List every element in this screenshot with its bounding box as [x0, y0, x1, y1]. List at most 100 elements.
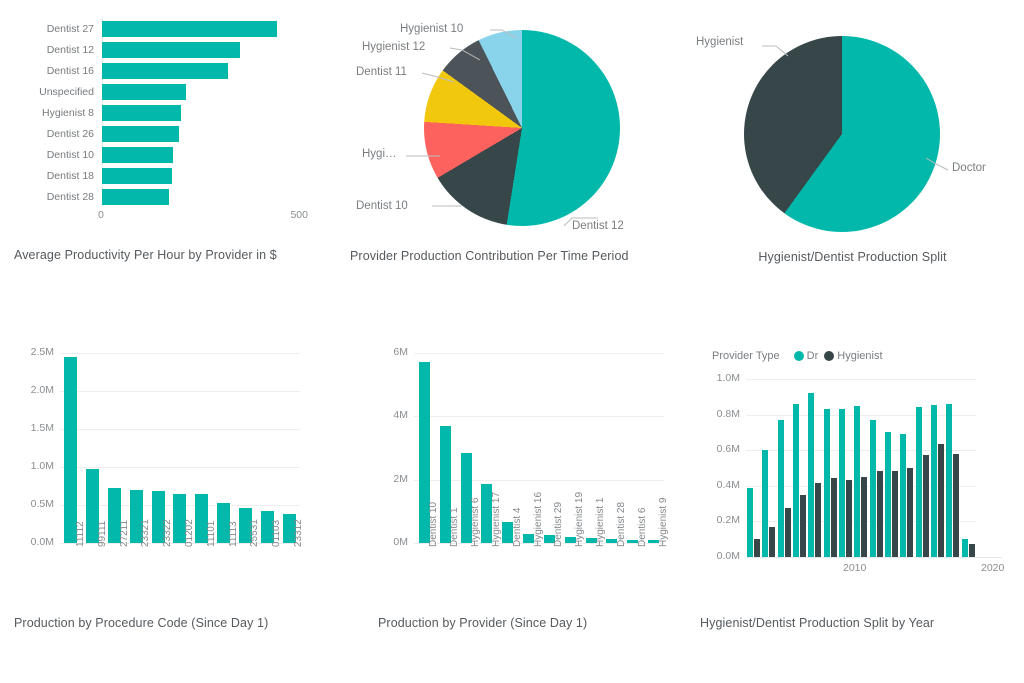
bar-fill[interactable]: [102, 42, 240, 58]
bar-fill[interactable]: [102, 84, 186, 100]
tile-average-productivity[interactable]: Dentist 27Dentist 12Dentist 16Unspecifie…: [14, 14, 314, 262]
bar-fill[interactable]: [102, 147, 173, 163]
column-group[interactable]: [930, 379, 945, 557]
bar-row[interactable]: Dentist 28: [14, 186, 314, 207]
column-group[interactable]: [147, 353, 169, 543]
column-bar-hygienist[interactable]: [938, 444, 944, 557]
column-bar-hygienist[interactable]: [769, 527, 775, 557]
column-group[interactable]: [961, 379, 976, 557]
column-bar[interactable]: [64, 357, 77, 543]
column-bar-hygienist[interactable]: [907, 468, 913, 557]
bar-row[interactable]: Dentist 27: [14, 18, 314, 39]
column-bar-dr[interactable]: [839, 409, 845, 557]
column-group[interactable]: [945, 379, 960, 557]
bar-fill[interactable]: [102, 126, 179, 142]
legend-color-dot: [794, 351, 804, 361]
column-group[interactable]: [104, 353, 126, 543]
bar-track: [102, 42, 314, 58]
bar-category-label: Dentist 28: [14, 191, 102, 203]
x-category-label: Hygienist 1: [595, 498, 606, 547]
bar-fill[interactable]: [102, 189, 169, 205]
bar-category-label: Dentist 10: [14, 149, 102, 161]
column-bar-dr[interactable]: [931, 405, 937, 557]
column-series: [60, 353, 300, 543]
column-group[interactable]: [213, 353, 235, 543]
column-bar-hygienist[interactable]: [785, 508, 791, 557]
tile-provider-contribution[interactable]: Dentist 12Dentist 10Hygi…Dentist 11Hygie…: [350, 8, 670, 263]
bar-row[interactable]: Dentist 26: [14, 123, 314, 144]
column-bar-hygienist[interactable]: [953, 454, 959, 557]
pie-label-4: Dentist 11: [356, 66, 407, 78]
bar-row[interactable]: Dentist 16: [14, 60, 314, 81]
column-group[interactable]: [838, 379, 853, 557]
column-group[interactable]: [884, 379, 899, 557]
column-bar-hygienist[interactable]: [877, 471, 883, 557]
bar-row[interactable]: Dentist 18: [14, 165, 314, 186]
bar-fill[interactable]: [102, 21, 277, 37]
column-bar-hygienist[interactable]: [969, 544, 975, 557]
column-bar-dr[interactable]: [885, 432, 891, 557]
column-bar-dr[interactable]: [854, 406, 860, 557]
bar-row[interactable]: Dentist 10: [14, 144, 314, 165]
bar-fill[interactable]: [102, 168, 172, 184]
tile-production-split[interactable]: DoctorHygienist Hygienist/Dentist Produc…: [690, 14, 1015, 264]
column-group[interactable]: [869, 379, 884, 557]
column-bar-hygienist[interactable]: [831, 478, 837, 557]
column-bar-hygienist[interactable]: [892, 471, 898, 557]
column-bar-dr[interactable]: [778, 420, 784, 557]
bar-row[interactable]: Dentist 12: [14, 39, 314, 60]
column-group[interactable]: [169, 353, 191, 543]
bar-fill[interactable]: [102, 63, 228, 79]
column-bar-hygienist[interactable]: [923, 455, 929, 557]
x-category-label: Dentist 4: [512, 508, 523, 547]
column-group[interactable]: [278, 353, 300, 543]
column-group[interactable]: [82, 353, 104, 543]
column-bar-dr[interactable]: [808, 393, 814, 557]
x-category-label: Hygienist 6: [470, 498, 481, 547]
tile-production-procedure[interactable]: 0.0M0.5M1.0M1.5M2.0M2.5M1111299111272112…: [14, 345, 314, 630]
legend-item-hygienist[interactable]: Hygienist: [824, 350, 882, 362]
x-tick-label: 2020: [981, 562, 1004, 574]
leader-line: [490, 30, 516, 38]
column-bar-dr[interactable]: [762, 450, 768, 557]
column-bar-dr[interactable]: [747, 488, 753, 557]
column-bar-dr[interactable]: [870, 420, 876, 557]
column-group[interactable]: [899, 379, 914, 557]
column-group[interactable]: [761, 379, 776, 557]
column-group[interactable]: [853, 379, 868, 557]
column-group[interactable]: [125, 353, 147, 543]
column-bar-dr[interactable]: [793, 404, 799, 557]
bar-row[interactable]: Unspecified: [14, 81, 314, 102]
legend-item-dr[interactable]: Dr: [794, 350, 819, 362]
column-group[interactable]: [60, 353, 82, 543]
column-bar-hygienist[interactable]: [815, 483, 821, 557]
column-bar-hygienist[interactable]: [846, 480, 852, 557]
bar-row[interactable]: Hygienist 8: [14, 102, 314, 123]
column-group[interactable]: [792, 379, 807, 557]
bar-category-label: Dentist 26: [14, 128, 102, 140]
column-group[interactable]: [191, 353, 213, 543]
column-group[interactable]: [777, 379, 792, 557]
column-group[interactable]: [746, 379, 761, 557]
tile-split-by-year[interactable]: Provider TypeDrHygienist 0.0M0.2M0.4M0.6…: [700, 345, 1020, 630]
column-group[interactable]: [256, 353, 278, 543]
column-bar-dr[interactable]: [946, 404, 952, 557]
y-tick-label: 2.0M: [14, 384, 54, 396]
column-bar-dr[interactable]: [962, 539, 968, 557]
tile-production-provider[interactable]: 0M2M4M6MDentist 10Dentist 1Hygienist 6Hy…: [378, 345, 678, 630]
column-bar-hygienist[interactable]: [861, 477, 867, 557]
column-group[interactable]: [807, 379, 822, 557]
column-bar-hygienist[interactable]: [754, 539, 760, 557]
column-bar-dr[interactable]: [824, 409, 830, 557]
column-group[interactable]: [235, 353, 257, 543]
column-bar-dr[interactable]: [900, 434, 906, 557]
column-group[interactable]: [915, 379, 930, 557]
pie-label-2: Dentist 10: [356, 200, 408, 212]
column-group[interactable]: [823, 379, 838, 557]
y-tick-label: 0.5M: [14, 498, 54, 510]
y-tick-label: 0.2M: [700, 514, 740, 526]
y-tick-label: 1.0M: [700, 372, 740, 384]
bar-fill[interactable]: [102, 105, 181, 121]
column-bar-hygienist[interactable]: [800, 495, 806, 557]
column-bar-dr[interactable]: [916, 407, 922, 557]
